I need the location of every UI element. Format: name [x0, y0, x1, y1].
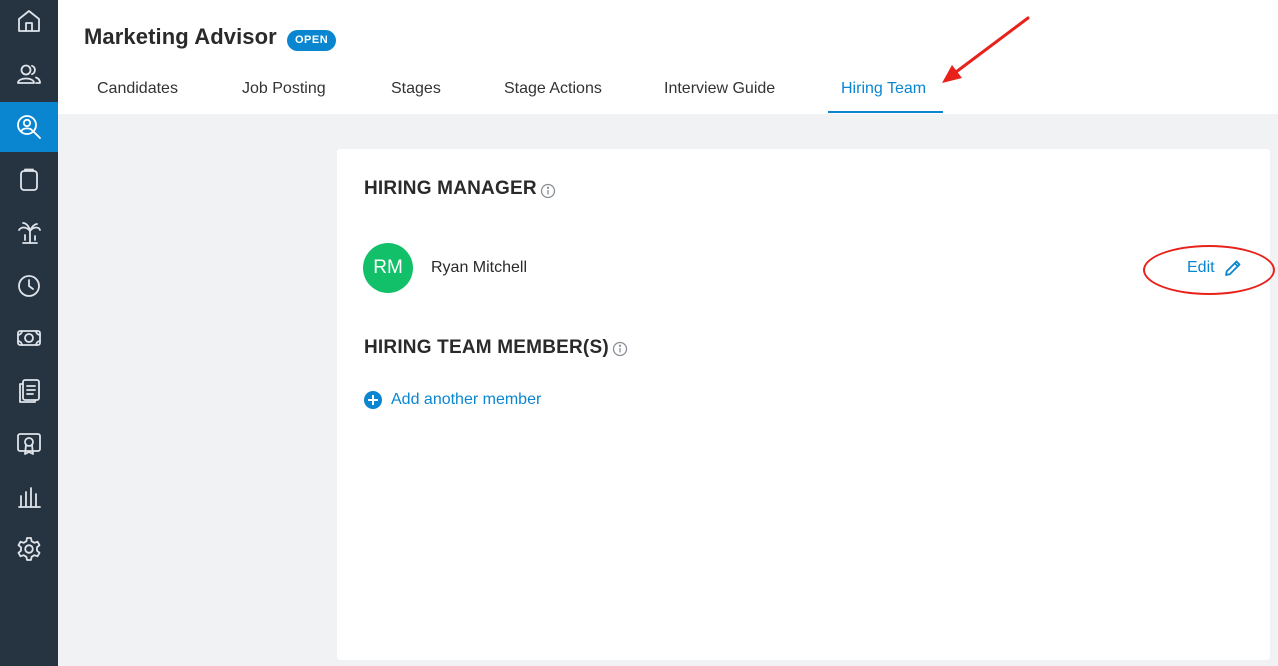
active-tab-indicator: [828, 111, 943, 113]
tab-hiring-team[interactable]: Hiring Team: [841, 80, 926, 98]
sidebar: [0, 0, 58, 666]
sidebar-item-reports[interactable]: [0, 366, 58, 416]
avatar: RM: [363, 243, 413, 293]
tab-candidates[interactable]: Candidates: [97, 80, 178, 98]
sidebar-item-recruiting[interactable]: [0, 102, 58, 152]
sidebar-item-payroll[interactable]: [0, 313, 58, 363]
gear-icon: [17, 537, 41, 561]
hiring-manager-heading: HIRING MANAGER: [364, 178, 537, 199]
info-icon[interactable]: [612, 341, 628, 357]
hiring-team-heading: HIRING TEAM MEMBER(S): [364, 337, 609, 358]
palm-tree-icon: [18, 222, 41, 244]
job-header: Marketing Advisor OPEN Candidates Job Po…: [58, 0, 1278, 114]
sidebar-item-time-tracking[interactable]: [0, 261, 58, 311]
certificate-icon: [17, 433, 41, 455]
info-icon[interactable]: [540, 183, 556, 199]
sidebar-item-settings[interactable]: [0, 524, 58, 574]
edit-label: Edit: [1187, 259, 1215, 276]
reports-icon: [19, 379, 40, 403]
money-icon: [17, 330, 41, 346]
analytics-icon: [18, 487, 41, 508]
sidebar-item-analytics[interactable]: [0, 472, 58, 522]
tab-job-posting[interactable]: Job Posting: [242, 80, 326, 98]
sidebar-item-time-off[interactable]: [0, 208, 58, 258]
sidebar-item-certifications[interactable]: [0, 419, 58, 469]
recruiting-icon: [17, 115, 41, 139]
tab-stages[interactable]: Stages: [391, 80, 441, 98]
tab-interview-guide[interactable]: Interview Guide: [664, 80, 775, 98]
hiring-manager-name: Ryan Mitchell: [431, 259, 528, 276]
add-member-label: Add another member: [391, 391, 542, 408]
annotation-arrow: [942, 16, 1030, 83]
hiring-team-card: HIRING MANAGER RM Ryan Mitchell Edit HIR…: [337, 149, 1275, 660]
page-title: Marketing Advisor: [84, 24, 277, 49]
clipboard-icon: [20, 168, 38, 191]
home-icon: [18, 10, 40, 32]
pencil-icon: [1224, 260, 1240, 276]
edit-hiring-manager-button[interactable]: Edit: [1187, 258, 1243, 278]
sidebar-item-people[interactable]: [0, 49, 58, 99]
people-icon: [17, 64, 41, 84]
clock-icon: [18, 275, 40, 297]
plus-circle-icon: [364, 391, 382, 409]
sidebar-item-clipboard[interactable]: [0, 155, 58, 205]
status-badge: OPEN: [287, 30, 337, 51]
add-member-button[interactable]: Add another member: [364, 391, 541, 409]
sidebar-item-home[interactable]: [0, 0, 58, 46]
tab-stage-actions[interactable]: Stage Actions: [504, 80, 602, 98]
